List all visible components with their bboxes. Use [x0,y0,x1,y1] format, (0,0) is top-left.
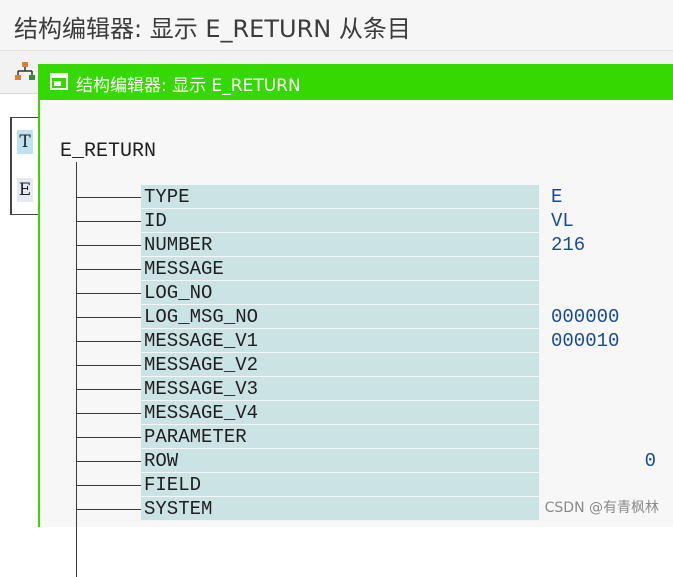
tree-branch [76,365,142,366]
tree-branch [76,485,142,486]
tree-row-message-v3[interactable]: MESSAGE_V3 [76,377,636,401]
tree-row-row[interactable]: ROW 0 [76,449,656,473]
field-name: NUMBER [141,233,539,256]
field-name: LOG_MSG_NO [141,305,539,328]
tree-branch [76,389,142,390]
field-name: SYSTEM [141,497,539,520]
field-name: FIELD [141,473,539,496]
field-name: MESSAGE_V1 [141,329,539,352]
watermark: CSDN @有青枫林 [544,500,659,516]
tree-row-parameter[interactable]: PARAMETER [76,425,636,449]
tree-row-field[interactable]: FIELD [76,473,636,497]
tree-branch [76,461,142,462]
tree-branch [76,317,142,318]
field-name: TYPE [141,185,539,208]
window-title: 结构编辑器: 显示 E_RETURN 从条目 [14,15,411,43]
tree-branch [76,269,142,270]
field-name: MESSAGE_V2 [141,353,539,376]
window-titlebar: 结构编辑器: 显示 E_RETURN 从条目 [0,0,673,51]
tree-row-message-v4[interactable]: MESSAGE_V4 [76,401,636,425]
column-selector: T E [10,117,39,215]
tree-row-type[interactable]: TYPE E [76,185,636,209]
column-cell-e[interactable]: E [17,178,33,202]
tree-branch [76,245,142,246]
tree-branch [76,413,142,414]
tree-branch [76,437,142,438]
tree-row-message-v1[interactable]: MESSAGE_V1 000010 [76,329,636,353]
field-value: E [551,186,563,208]
field-value: 0 [644,450,656,472]
tree-row-number[interactable]: NUMBER 216 [76,233,636,257]
tree-row-log-no[interactable]: LOG_NO [76,281,636,305]
field-name: ID [141,209,539,232]
dialog-title: 结构编辑器: 显示 E_RETURN [76,76,301,96]
tree-row-message[interactable]: MESSAGE [76,257,636,281]
field-name: MESSAGE [141,257,539,280]
tree-row-id[interactable]: ID VL [76,209,636,233]
hierarchy-icon[interactable] [14,61,36,87]
field-name: MESSAGE_V3 [141,377,539,400]
column-cell-t[interactable]: T [17,130,33,154]
structure-editor-dialog: 结构编辑器: 显示 E_RETURN E_RETURN TYPE E ID VL… [38,64,673,577]
dialog-titlebar[interactable]: 结构编辑器: 显示 E_RETURN [40,64,673,100]
tree-branch [76,197,142,198]
field-value: 000010 [551,330,620,352]
window-icon [50,73,68,94]
field-name: MESSAGE_V4 [141,401,539,424]
field-value: VL [551,210,574,232]
tree-branch [76,293,142,294]
tree-row-log-msg-no[interactable]: LOG_MSG_NO 000000 [76,305,636,329]
field-name: LOG_NO [141,281,539,304]
tree-branch [76,221,142,222]
tree-row-message-v2[interactable]: MESSAGE_V2 [76,353,636,377]
tree-root-label: E_RETURN [60,140,157,163]
field-value: 000000 [551,306,620,328]
field-name: PARAMETER [141,425,539,448]
field-name: ROW [141,449,539,472]
tree-branch [76,509,142,510]
field-value: 216 [551,234,586,256]
tree-branch [76,341,142,342]
